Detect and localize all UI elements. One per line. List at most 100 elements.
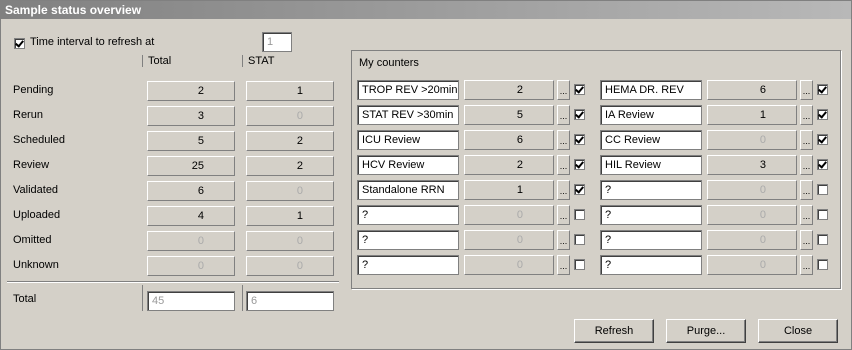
counter-edit-ellipsis-button[interactable]: ... xyxy=(557,130,570,150)
counter-edit-ellipsis-button[interactable]: ... xyxy=(800,180,813,200)
status-total-button[interactable]: 2 xyxy=(147,81,235,101)
counter-name-field[interactable]: Standalone RRN xyxy=(357,180,459,200)
status-row-label: Omitted xyxy=(13,234,52,246)
counter-count-button[interactable]: 1 xyxy=(707,105,797,125)
counter-enable-checkbox[interactable] xyxy=(817,184,828,195)
status-total-button[interactable]: 0 xyxy=(147,231,235,251)
counter-enable-checkbox[interactable] xyxy=(574,184,585,195)
counter-name-field[interactable]: HEMA DR. REV xyxy=(600,80,702,100)
counter-edit-ellipsis-button[interactable]: ... xyxy=(557,180,570,200)
counter-count-button[interactable]: 0 xyxy=(707,180,797,200)
counter-name-field[interactable]: ICU Review xyxy=(357,130,459,150)
counter-edit-ellipsis-button[interactable]: ... xyxy=(800,80,813,100)
status-stat-button[interactable]: 2 xyxy=(246,156,334,176)
counter-name-field[interactable]: ? xyxy=(357,255,459,275)
sample-status-window: Sample status overview Time interval to … xyxy=(0,0,852,350)
counter-count-button[interactable]: 0 xyxy=(707,205,797,225)
status-total-button[interactable]: 3 xyxy=(147,106,235,126)
counter-enable-checkbox[interactable] xyxy=(817,134,828,145)
counter-name-field[interactable]: HCV Review xyxy=(357,155,459,175)
counter-enable-checkbox[interactable] xyxy=(574,109,585,120)
column-separator xyxy=(242,55,243,67)
counter-name-field[interactable]: ? xyxy=(600,255,702,275)
counter-count-button[interactable]: 6 xyxy=(707,80,797,100)
counter-enable-checkbox[interactable] xyxy=(817,109,828,120)
counter-name-field[interactable]: ? xyxy=(600,205,702,225)
counter-edit-ellipsis-button[interactable]: ... xyxy=(800,155,813,175)
column-separator xyxy=(142,55,143,67)
refresh-button[interactable]: Refresh xyxy=(574,319,654,343)
status-row-label: Scheduled xyxy=(13,134,65,146)
counter-enable-checkbox[interactable] xyxy=(817,84,828,95)
counter-edit-ellipsis-button[interactable]: ... xyxy=(557,205,570,225)
status-row-label: Rerun xyxy=(13,109,43,121)
counter-enable-checkbox[interactable] xyxy=(574,159,585,170)
status-stat-button[interactable]: 1 xyxy=(246,81,334,101)
totals-divider-highlight xyxy=(7,282,339,283)
counter-name-field[interactable]: ? xyxy=(357,230,459,250)
counter-edit-ellipsis-button[interactable]: ... xyxy=(800,255,813,275)
counter-edit-ellipsis-button[interactable]: ... xyxy=(557,155,570,175)
counter-name-field[interactable]: ? xyxy=(600,180,702,200)
counter-enable-checkbox[interactable] xyxy=(574,234,585,245)
status-total-button[interactable]: 25 xyxy=(147,156,235,176)
status-stat-button[interactable]: 1 xyxy=(246,206,334,226)
counter-edit-ellipsis-button[interactable]: ... xyxy=(557,255,570,275)
counter-count-button[interactable]: 2 xyxy=(464,80,554,100)
status-total-button[interactable]: 0 xyxy=(147,256,235,276)
counter-edit-ellipsis-button[interactable]: ... xyxy=(800,230,813,250)
counter-name-field[interactable]: ? xyxy=(600,230,702,250)
status-total-button[interactable]: 5 xyxy=(147,131,235,151)
status-stat-button[interactable]: 2 xyxy=(246,131,334,151)
status-total-button[interactable]: 4 xyxy=(147,206,235,226)
status-stat-button[interactable]: 0 xyxy=(246,106,334,126)
counter-enable-checkbox[interactable] xyxy=(817,159,828,170)
counter-enable-checkbox[interactable] xyxy=(574,209,585,220)
close-button[interactable]: Close xyxy=(758,319,838,343)
purge-button[interactable]: Purge... xyxy=(666,319,746,343)
counter-count-button[interactable]: 1 xyxy=(464,180,554,200)
counter-name-field[interactable]: TROP REV >20min xyxy=(357,80,459,100)
counter-name-field[interactable]: HIL Review xyxy=(600,155,702,175)
refresh-interval-input[interactable]: 1 xyxy=(262,32,292,52)
counter-count-button[interactable]: 2 xyxy=(464,155,554,175)
counter-edit-ellipsis-button[interactable]: ... xyxy=(800,130,813,150)
counter-enable-checkbox[interactable] xyxy=(574,84,585,95)
column-separator xyxy=(142,285,143,311)
counter-enable-checkbox[interactable] xyxy=(817,234,828,245)
status-stat-button[interactable]: 0 xyxy=(246,231,334,251)
counter-edit-ellipsis-button[interactable]: ... xyxy=(800,105,813,125)
counter-edit-ellipsis-button[interactable]: ... xyxy=(557,105,570,125)
counter-count-button[interactable]: 0 xyxy=(464,255,554,275)
counter-name-field[interactable]: ? xyxy=(357,205,459,225)
counter-count-button[interactable]: 5 xyxy=(464,105,554,125)
status-row-label: Review xyxy=(13,159,50,171)
counter-enable-checkbox[interactable] xyxy=(574,134,585,145)
counter-enable-checkbox[interactable] xyxy=(817,259,828,270)
column-header-stat: STAT xyxy=(248,55,275,67)
counter-name-field[interactable]: STAT REV >30min xyxy=(357,105,459,125)
counter-count-button[interactable]: 0 xyxy=(707,230,797,250)
counter-count-button[interactable]: 0 xyxy=(707,255,797,275)
status-total-button[interactable]: 6 xyxy=(147,181,235,201)
counter-count-button[interactable]: 6 xyxy=(464,130,554,150)
counter-edit-ellipsis-button[interactable]: ... xyxy=(800,205,813,225)
status-stat-button[interactable]: 0 xyxy=(246,256,334,276)
totals-label: Total xyxy=(13,293,37,305)
status-row-label: Pending xyxy=(13,84,54,96)
counter-count-button[interactable]: 3 xyxy=(707,155,797,175)
column-separator xyxy=(242,285,243,311)
status-stat-button[interactable]: 0 xyxy=(246,181,334,201)
counter-enable-checkbox[interactable] xyxy=(817,209,828,220)
refresh-interval-checkbox[interactable] xyxy=(14,38,25,49)
counter-name-field[interactable]: CC Review xyxy=(600,130,702,150)
total-count-field: 45 xyxy=(147,291,235,311)
counter-count-button[interactable]: 0 xyxy=(464,205,554,225)
counter-name-field[interactable]: IA Review xyxy=(600,105,702,125)
counter-enable-checkbox[interactable] xyxy=(574,259,585,270)
counter-count-button[interactable]: 0 xyxy=(707,130,797,150)
counter-edit-ellipsis-button[interactable]: ... xyxy=(557,80,570,100)
my-counters-title: My counters xyxy=(359,57,419,69)
counter-edit-ellipsis-button[interactable]: ... xyxy=(557,230,570,250)
counter-count-button[interactable]: 0 xyxy=(464,230,554,250)
